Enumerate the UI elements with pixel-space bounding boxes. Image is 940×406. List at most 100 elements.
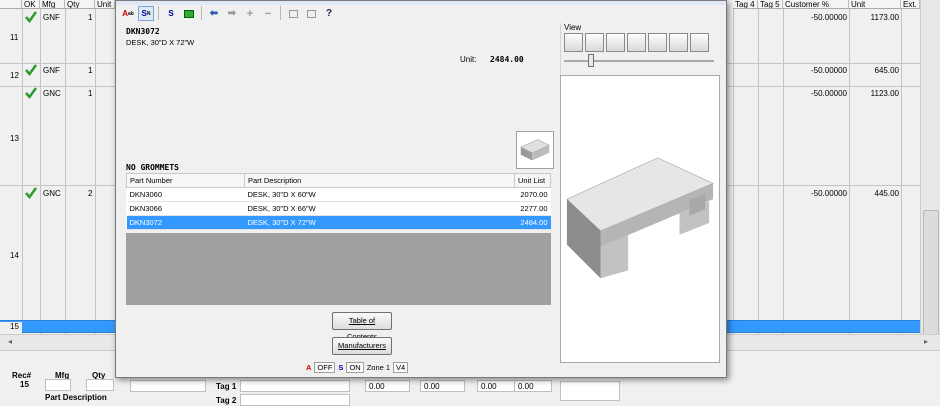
row-unit-price[interactable]: 445.00 [849, 189, 899, 198]
view-top-icon[interactable] [648, 33, 667, 52]
desk-3d-preview[interactable] [560, 75, 720, 363]
image-icon[interactable] [181, 6, 197, 21]
header-tag4[interactable]: Tag 4 [733, 0, 758, 9]
number-mode-icon: S [338, 363, 344, 372]
row-customer-pct[interactable]: -50.00000 [783, 189, 847, 198]
unit-list-cell[interactable]: 2484.00 [514, 215, 551, 230]
back-arrow-icon[interactable]: ⬅ [206, 6, 222, 21]
row-qty[interactable]: 1 [88, 66, 92, 75]
row-number[interactable]: 15 [0, 322, 22, 333]
list-view-icon[interactable] [303, 6, 319, 21]
table-row[interactable]: DKN3060 DESK, 30"D X 60"W 2070.00 [126, 187, 551, 202]
desk-image [566, 157, 714, 279]
scroll-right-arrow-icon[interactable]: ▸ [924, 337, 928, 346]
row-number[interactable]: 14 [0, 251, 22, 260]
part-number-cell[interactable]: DKN3060 [126, 187, 245, 202]
zoom-slider[interactable] [564, 54, 714, 67]
tag2-label: Tag 2 [216, 396, 237, 405]
check-icon[interactable] [25, 64, 37, 76]
row-qty[interactable]: 1 [88, 89, 92, 98]
row-customer-pct[interactable]: -50.00000 [783, 66, 847, 75]
catalog-content: DKN3072 DESK, 30"D X 72"W Unit: 2484.00 … [120, 23, 561, 359]
header-qty[interactable]: Qty [65, 0, 95, 9]
alpha-mode-icon: A [306, 363, 312, 372]
header-ok[interactable]: OK [22, 0, 40, 9]
qty-field[interactable] [86, 379, 114, 391]
header-unit-price[interactable]: Unit [849, 0, 901, 9]
unit-list-cell[interactable]: 2070.00 [514, 187, 551, 202]
search-number-icon[interactable]: SN [138, 6, 154, 21]
mfg-field[interactable] [45, 379, 71, 391]
part-number-cell[interactable]: DKN3066 [126, 201, 245, 216]
part-description-label: Part Description [45, 393, 107, 402]
scroll-thumb[interactable] [923, 210, 939, 340]
table-row[interactable]: DKN3066 DESK, 30"D X 66"W 2277.00 [126, 201, 551, 216]
part-code: DKN3072 [126, 27, 160, 36]
row-qty[interactable]: 2 [88, 189, 92, 198]
grid-view-icon[interactable] [285, 6, 301, 21]
row-unit-price[interactable]: 645.00 [849, 66, 899, 75]
unit-field[interactable] [130, 380, 206, 392]
row-unit-price[interactable]: 1173.00 [849, 13, 899, 22]
column-header[interactable]: Unit List [514, 173, 551, 188]
slider-knob[interactable] [588, 54, 594, 67]
part-desc-cell[interactable]: DESK, 30"D X 60"W [244, 187, 515, 202]
column-header[interactable]: Part Description [244, 173, 515, 188]
amount-field[interactable]: 0.00 [420, 380, 465, 392]
alpha-mode-status[interactable]: OFF [314, 362, 336, 373]
row-mfg[interactable]: GNF [43, 66, 60, 75]
part-description: DESK, 30"D X 72"W [126, 38, 195, 47]
view-left-icon[interactable] [564, 33, 583, 52]
row-customer-pct[interactable]: -50.00000 [783, 13, 847, 22]
dialog-title-bar[interactable] [116, 1, 726, 5]
part-image-thumbnail [560, 381, 620, 401]
view-right-icon[interactable] [585, 33, 604, 52]
scroll-left-arrow-icon[interactable]: ◂ [8, 337, 12, 346]
view-door-icon[interactable] [606, 33, 625, 52]
help-icon[interactable]: ? [321, 6, 337, 21]
remove-icon[interactable]: − [260, 6, 276, 21]
amount-field[interactable]: 0.00 [365, 380, 410, 392]
unit-label: Unit: [460, 55, 477, 64]
group-title: NO GROMMETS [126, 163, 179, 172]
part-number-cell[interactable]: DKN3072 [126, 215, 245, 230]
header-mfg[interactable]: Mfg [40, 0, 65, 9]
part-desc-cell[interactable]: DESK, 30"D X 72"W [244, 215, 515, 230]
header-unit[interactable]: Unit [95, 0, 115, 9]
vertical-scrollbar[interactable] [920, 0, 940, 350]
row-number[interactable]: 11 [0, 33, 22, 42]
view-home-icon[interactable] [669, 33, 688, 52]
view-front-icon[interactable] [627, 33, 646, 52]
tag1-field[interactable] [240, 380, 350, 392]
tag2-field[interactable] [240, 394, 350, 406]
row-mfg[interactable]: GNC [43, 189, 61, 198]
column-header[interactable]: Part Number [126, 173, 245, 188]
check-icon[interactable] [25, 187, 37, 199]
header-customer-pct[interactable]: Customer % [783, 0, 849, 9]
alpha-sort-icon[interactable]: Aab [120, 6, 136, 21]
row-mfg[interactable]: GNC [43, 89, 61, 98]
manufacturers-button[interactable]: Manufacturers [332, 337, 392, 355]
row-unit-price[interactable]: 1123.00 [849, 89, 899, 98]
table-of-contents-button[interactable]: Table of Contents [332, 312, 392, 341]
part-thumbnail[interactable] [516, 131, 554, 169]
table-row-selected[interactable]: DKN3072 DESK, 30"D X 72"W 2484.00 [126, 215, 551, 230]
unit-list-cell[interactable]: 2277.00 [514, 201, 551, 216]
check-icon[interactable] [25, 11, 37, 23]
check-icon[interactable] [25, 87, 37, 99]
row-mfg[interactable]: GNF [43, 13, 60, 22]
search-text-icon[interactable]: S [163, 6, 179, 21]
view-plan-icon[interactable] [690, 33, 709, 52]
part-desc-cell[interactable]: DESK, 30"D X 66"W [244, 201, 515, 216]
forward-arrow-icon[interactable]: ➡ [224, 6, 240, 21]
add-icon[interactable]: + [242, 6, 258, 21]
amount-field[interactable]: 0.00 [514, 380, 552, 392]
row-customer-pct[interactable]: -50.00000 [783, 89, 847, 98]
number-mode-status[interactable]: ON [346, 362, 364, 373]
row-number[interactable]: 13 [0, 134, 22, 143]
row-qty[interactable]: 1 [88, 13, 92, 22]
header-ext[interactable]: Ext. [901, 0, 920, 9]
rec-value: 15 [20, 380, 29, 389]
row-number[interactable]: 12 [0, 71, 22, 80]
header-tag5[interactable]: Tag 5 [758, 0, 783, 9]
